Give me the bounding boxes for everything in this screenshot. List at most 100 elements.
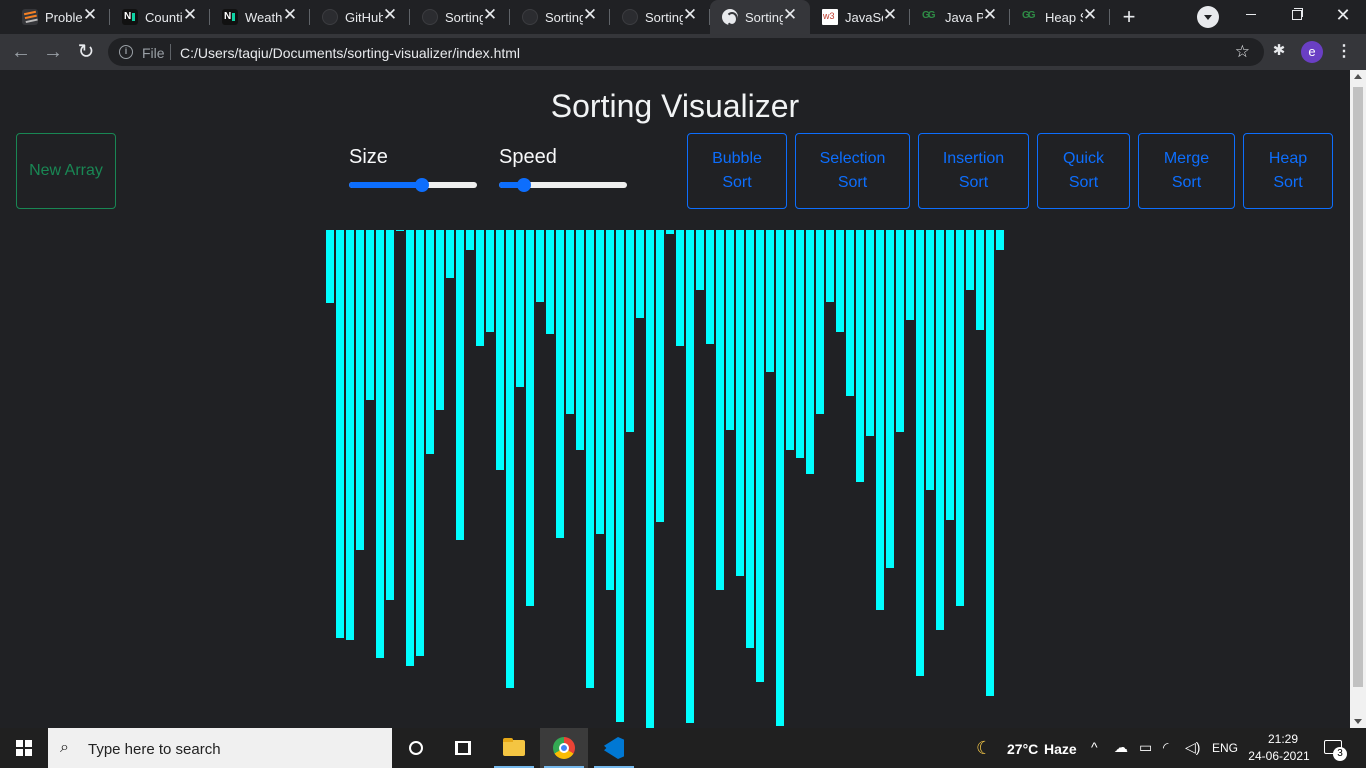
array-bar [526, 230, 534, 606]
browser-tab[interactable]: Heap Sort✕ [1010, 0, 1110, 34]
insertion-sort-button[interactable]: Insertion Sort [918, 133, 1029, 209]
vertical-scrollbar[interactable] [1350, 70, 1366, 728]
browser-tab[interactable]: Weather✕ [210, 0, 310, 34]
volume-icon[interactable]: ◁) [1185, 739, 1200, 756]
new-tab-icon[interactable]: + [1118, 6, 1140, 28]
tab-close-icon[interactable]: ✕ [182, 6, 198, 23]
array-bar [626, 230, 634, 432]
new-array-button[interactable]: New Array [16, 133, 116, 209]
browser-tab[interactable]: Problem✕ [10, 0, 110, 34]
search-icon: ⌕ [60, 739, 69, 756]
bookmark-star-icon[interactable]: ☆ [1235, 42, 1250, 62]
browser-tab[interactable]: GitHub ✕ [310, 0, 410, 34]
insertion-sort-label-2: Sort [958, 174, 989, 191]
tab-strip: Problem✕Counting✕Weather✕GitHub✕Sorting✕… [0, 0, 1366, 34]
info-icon[interactable]: i [119, 45, 133, 59]
weather-condition[interactable]: Haze [1044, 741, 1077, 757]
w3schools-icon [822, 9, 838, 25]
browser-tab[interactable]: JavaScript✕ [810, 0, 910, 34]
restore-button[interactable] [1274, 0, 1320, 30]
wifi-icon[interactable]: ◜ [1163, 739, 1168, 756]
tab-close-icon[interactable]: ✕ [1082, 6, 1098, 23]
browser-tab[interactable]: Sorting ✕ [710, 0, 810, 34]
forward-arrow-icon[interactable]: → [41, 40, 65, 64]
battery-icon[interactable]: ▭ [1139, 739, 1152, 756]
extensions-puzzle-icon[interactable]: ✱ [1270, 41, 1288, 59]
size-label: Size [349, 146, 388, 168]
array-bar [886, 230, 894, 568]
merge-sort-label-2: Sort [1171, 174, 1202, 191]
tab-close-icon[interactable]: ✕ [782, 6, 798, 23]
page-title: Sorting Visualizer [550, 88, 800, 124]
tab-close-icon[interactable]: ✕ [82, 6, 98, 23]
file-explorer-icon[interactable] [490, 728, 538, 768]
tab-title: Heap Sort [1045, 10, 1083, 25]
back-arrow-icon[interactable]: ← [9, 40, 33, 64]
tab-close-icon[interactable]: ✕ [382, 6, 398, 23]
size-slider-fill [349, 182, 423, 188]
chrome-taskbar-icon[interactable] [540, 728, 588, 768]
reload-icon[interactable]: ↻ [74, 40, 98, 64]
clock-time[interactable]: 21:29 [1263, 732, 1303, 746]
speed-slider[interactable] [499, 178, 627, 192]
notification-count-badge: 3 [1333, 747, 1347, 761]
clock-date[interactable]: 24-06-2021 [1248, 749, 1310, 763]
array-bar [686, 230, 694, 723]
array-bar [946, 230, 954, 520]
tab-search-icon[interactable] [1197, 6, 1219, 28]
weather-moon-icon[interactable]: ☾ [976, 738, 996, 758]
scroll-up-arrow-icon[interactable] [1354, 74, 1362, 79]
tab-close-icon[interactable]: ✕ [882, 6, 898, 23]
array-bar [786, 230, 794, 450]
merge-sort-button[interactable]: Merge Sort [1138, 133, 1235, 209]
quick-sort-button[interactable]: Quick Sort [1037, 133, 1130, 209]
speed-slider-thumb[interactable] [517, 178, 532, 192]
cortana-icon[interactable] [409, 741, 423, 755]
browser-tab[interactable]: Sorting ✕ [610, 0, 710, 34]
tab-close-icon[interactable]: ✕ [282, 6, 298, 23]
array-bar [416, 230, 424, 656]
profile-avatar[interactable]: e [1301, 41, 1323, 63]
array-bar [616, 230, 624, 722]
array-bar [396, 230, 404, 231]
tab-close-icon[interactable]: ✕ [582, 6, 598, 23]
browser-tab[interactable]: Java Program✕ [910, 0, 1010, 34]
browser-tab[interactable]: Counting✕ [110, 0, 210, 34]
windows-start-icon[interactable] [0, 728, 48, 768]
scroll-down-arrow-icon[interactable] [1354, 719, 1362, 724]
size-slider-thumb[interactable] [415, 178, 430, 192]
input-language[interactable]: ENG [1212, 741, 1238, 755]
github-icon [522, 9, 538, 25]
more-menu-icon[interactable]: ⋮ [1334, 42, 1354, 62]
selection-sort-label-2: Sort [837, 174, 868, 191]
tab-close-icon[interactable]: ✕ [682, 6, 698, 23]
url-text[interactable]: C:/Users/taqiu/Documents/sorting-visuali… [180, 45, 520, 61]
temperature[interactable]: 27°C [1007, 741, 1038, 757]
browser-tab[interactable]: Sorting ✕ [510, 0, 610, 34]
address-bar[interactable]: i File C:/Users/taqiu/Documents/sorting-… [108, 38, 1264, 66]
tab-close-icon[interactable]: ✕ [982, 6, 998, 23]
namecheap-icon [122, 9, 138, 25]
heap-sort-button[interactable]: Heap Sort [1243, 133, 1333, 209]
bubble-sort-button[interactable]: Bubble Sort [687, 133, 787, 209]
array-bar [716, 230, 724, 590]
selection-sort-button[interactable]: Selection Sort [795, 133, 910, 209]
browser-tab[interactable]: Sorting ✕ [410, 0, 510, 34]
array-bar [566, 230, 574, 414]
onedrive-cloud-icon[interactable]: ☁ [1114, 739, 1128, 756]
tab-title: Counting [145, 10, 183, 25]
tray-chevron-up-icon[interactable]: ^ [1091, 739, 1098, 755]
tab-close-icon[interactable]: ✕ [482, 6, 498, 23]
close-window-button[interactable]: ✕ [1320, 0, 1366, 30]
taskbar-search-box[interactable]: ⌕ Type here to search [48, 728, 392, 768]
array-bar [406, 230, 414, 666]
array-bar [776, 230, 784, 726]
array-bar [766, 230, 774, 372]
vscode-taskbar-icon[interactable] [590, 728, 638, 768]
scheme-label: File [142, 45, 165, 61]
task-view-icon[interactable] [455, 741, 471, 755]
minimize-button[interactable] [1228, 0, 1274, 30]
size-slider[interactable] [349, 178, 477, 192]
array-bar [426, 230, 434, 454]
scroll-thumb[interactable] [1353, 87, 1363, 687]
